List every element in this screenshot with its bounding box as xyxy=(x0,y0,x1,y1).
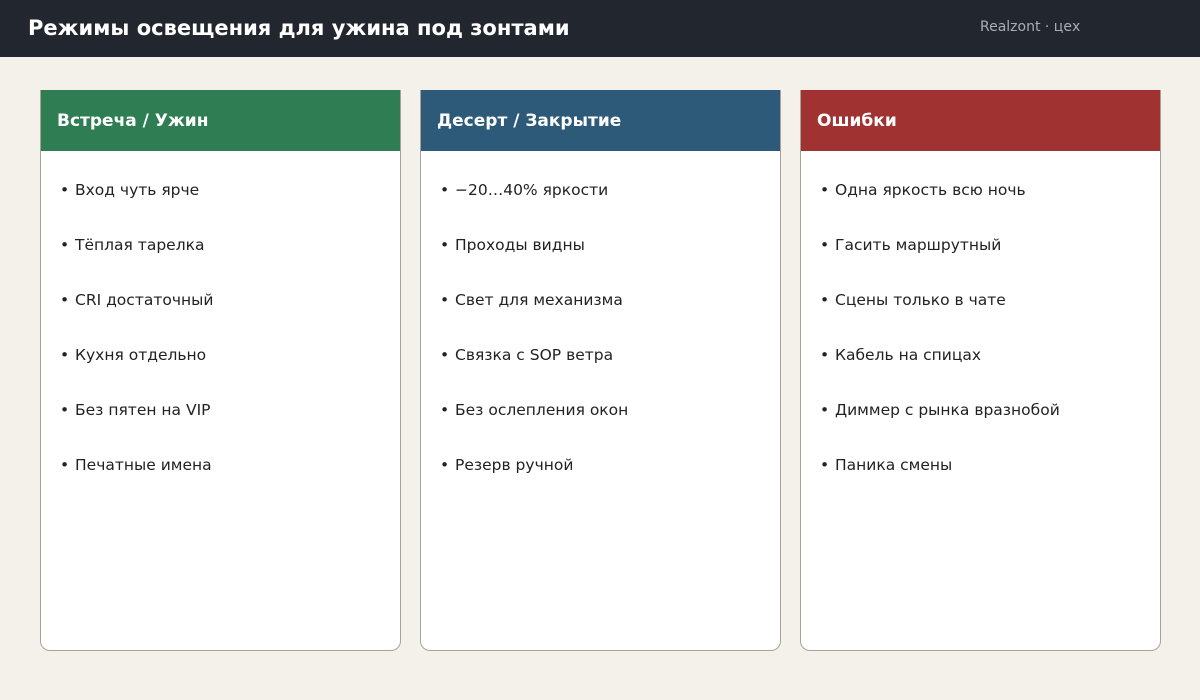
bullet-icon: • xyxy=(440,456,450,474)
list-item: • Без ослепления окон xyxy=(421,399,780,454)
card-list: • −20…40% яркости • Проходы видны • Свет дл… xyxy=(421,151,780,509)
list-item-text: Гасить маршрутный xyxy=(835,236,1002,254)
list-item-text: Печатные имена xyxy=(75,456,212,474)
list-item: • Связка с SOP ветра xyxy=(421,344,780,399)
card-dinner: Встреча / Ужин • Вход чуть ярче • Тёплая т… xyxy=(40,90,401,651)
card-header: Ошибки xyxy=(801,90,1160,151)
bullet-icon: • xyxy=(820,456,830,474)
list-item: • Кабель на спицах xyxy=(801,344,1160,399)
card-header: Десерт / Закрытие xyxy=(421,90,780,151)
bullet-icon: • xyxy=(60,236,70,254)
list-item-text: Кухня отдельно xyxy=(75,346,207,364)
list-item: • Паника смены xyxy=(801,454,1160,509)
list-item: • Свет для механизма xyxy=(421,289,780,344)
bullet-icon: • xyxy=(820,346,830,364)
bullet-icon: • xyxy=(60,291,70,309)
bullet-icon: • xyxy=(820,181,830,199)
list-item-text: Без ослепления окон xyxy=(455,401,629,419)
list-item: • CRI достаточный xyxy=(41,289,400,344)
list-item-text: Свет для механизма xyxy=(455,291,623,309)
card-errors: Ошибки • Одна яркость всю ночь • Гасить ма… xyxy=(800,90,1161,651)
list-item: • Сцены только в чате xyxy=(801,289,1160,344)
list-item-text: Связка с SOP ветра xyxy=(455,346,614,364)
bullet-icon: • xyxy=(440,346,450,364)
bullet-icon: • xyxy=(820,236,830,254)
list-item-text: Тёплая тарелка xyxy=(75,236,205,254)
list-item: • Вход чуть ярче xyxy=(41,179,400,234)
list-item: • Без пятен на VIP xyxy=(41,399,400,454)
bullet-icon: • xyxy=(440,236,450,254)
card-title: Ошибки xyxy=(817,110,897,131)
list-item: • Одна яркость всю ночь xyxy=(801,179,1160,234)
list-item-text: Одна яркость всю ночь xyxy=(835,181,1026,199)
card-header: Встреча / Ужин xyxy=(41,90,400,151)
list-item-text: Резерв ручной xyxy=(455,456,574,474)
list-item: • Проходы видны xyxy=(421,234,780,289)
list-item-text: Кабель на спицах xyxy=(835,346,982,364)
card-list: • Вход чуть ярче • Тёплая тарелка • CRI дос… xyxy=(41,151,400,509)
list-item: • Тёплая тарелка xyxy=(41,234,400,289)
bullet-icon: • xyxy=(60,456,70,474)
page-title: Режимы освещения для ужина под зонтами xyxy=(28,16,570,40)
list-item-text: Сцены только в чате xyxy=(835,291,1006,309)
list-item: • Резерв ручной xyxy=(421,454,780,509)
list-item: • Диммер с рынка вразнобой xyxy=(801,399,1160,454)
list-item-text: CRI достаточный xyxy=(75,291,214,309)
list-item-text: Диммер с рынка вразнобой xyxy=(835,401,1060,419)
list-item-text: −20…40% яркости xyxy=(455,181,609,199)
list-item: • Печатные имена xyxy=(41,454,400,509)
card-title: Встреча / Ужин xyxy=(57,110,209,131)
bullet-icon: • xyxy=(60,346,70,364)
brand-label: Realzont · цех xyxy=(980,19,1081,35)
list-item-text: Вход чуть ярче xyxy=(75,181,200,199)
list-item: • Гасить маршрутный xyxy=(801,234,1160,289)
bullet-icon: • xyxy=(440,291,450,309)
list-item-text: Без пятен на VIP xyxy=(75,401,211,419)
bullet-icon: • xyxy=(60,181,70,199)
card-title: Десерт / Закрытие xyxy=(437,110,622,131)
list-item-text: Проходы видны xyxy=(455,236,585,254)
list-item-text: Паника смены xyxy=(835,456,953,474)
bullet-icon: • xyxy=(820,291,830,309)
card-dessert: Десерт / Закрытие • −20…40% яркости • Прох… xyxy=(420,90,781,651)
bullet-icon: • xyxy=(440,401,450,419)
card-list: • Одна яркость всю ночь • Гасить маршрутны… xyxy=(801,151,1160,509)
top-bar: Режимы освещения для ужина под зонтами R… xyxy=(0,0,1200,57)
list-item: • −20…40% яркости xyxy=(421,179,780,234)
bullet-icon: • xyxy=(440,181,450,199)
bullet-icon: • xyxy=(820,401,830,419)
list-item: • Кухня отдельно xyxy=(41,344,400,399)
bullet-icon: • xyxy=(60,401,70,419)
